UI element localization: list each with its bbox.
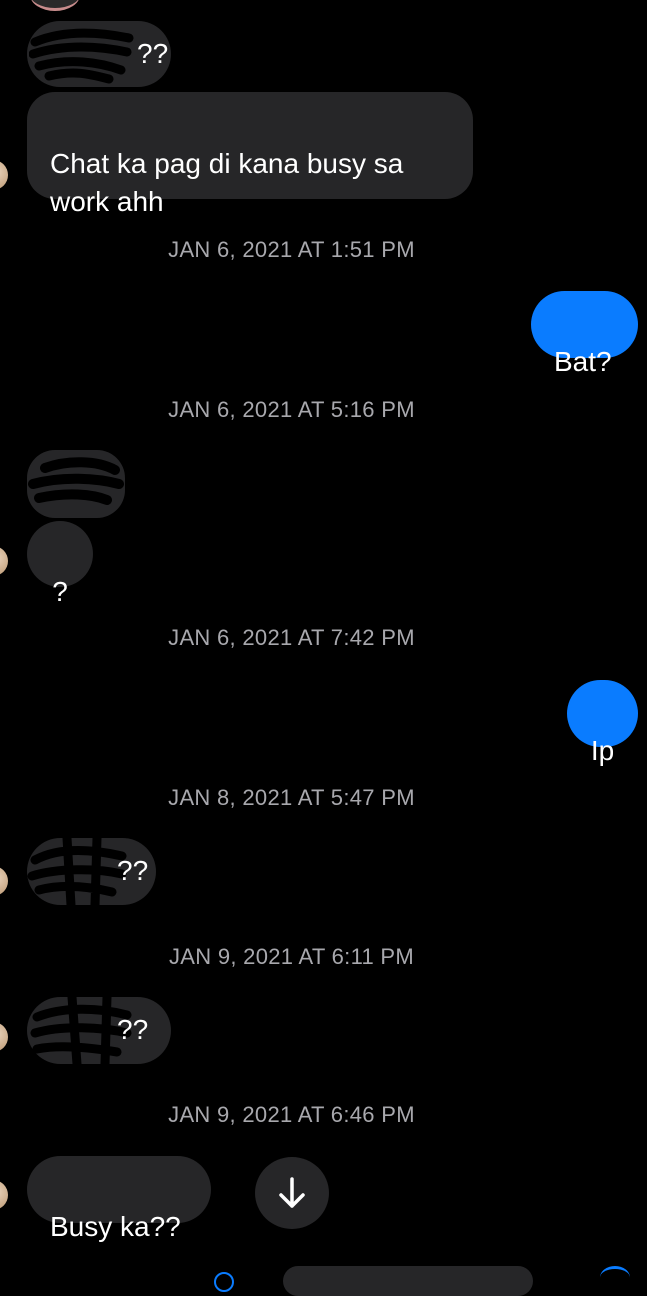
redaction-scribble [28, 457, 124, 505]
timestamp: JAN 6, 2021 AT 1:51 PM [168, 237, 415, 262]
message-bubble-outgoing[interactable]: Bat? [531, 291, 638, 377]
arrow-down-icon [279, 1177, 305, 1208]
scroll-to-bottom-button[interactable] [255, 1157, 329, 1229]
avatar [0, 866, 8, 896]
redaction-scribble [29, 28, 134, 84]
like-icon[interactable] [600, 1266, 630, 1289]
timestamp: JAN 8, 2021 AT 5:47 PM [168, 785, 415, 810]
message-bubble-outgoing[interactable]: Ip [567, 680, 638, 766]
message-text: Busy ka?? [50, 1211, 181, 1242]
message-bubble-incoming[interactable]: Busy ka?? [27, 1156, 211, 1242]
avatar [0, 160, 8, 190]
message-text: ?? [137, 38, 169, 69]
timestamp: JAN 6, 2021 AT 5:16 PM [168, 397, 415, 422]
message-text: Bat? [554, 346, 612, 377]
timestamp: JAN 9, 2021 AT 6:46 PM [168, 1102, 415, 1127]
message-input[interactable] [283, 1266, 533, 1296]
message-text: ?? [117, 855, 149, 886]
message-bubble-incoming[interactable] [27, 450, 125, 518]
timestamp: JAN 6, 2021 AT 7:42 PM [168, 625, 415, 650]
message-text: ?? [117, 1014, 149, 1045]
composer-icon[interactable] [214, 1272, 234, 1292]
redaction-scribble [27, 838, 127, 905]
message-bubble-incoming[interactable]: ?? [27, 21, 171, 87]
avatar [30, 0, 80, 11]
message-bubble-incoming[interactable]: ? [27, 521, 93, 607]
avatar [0, 546, 8, 576]
message-text: Chat ka pag di kana busy sa work ahh [50, 148, 404, 217]
message-bubble-incoming[interactable]: ?? [27, 838, 156, 905]
message-text: Ip [590, 735, 615, 766]
timestamp: JAN 9, 2021 AT 6:11 PM [168, 944, 415, 969]
avatar [0, 1180, 8, 1210]
avatar [0, 1022, 8, 1052]
message-bubble-incoming[interactable]: Chat ka pag di kana busy sa work ahh [27, 92, 473, 217]
message-bubble-incoming[interactable]: ?? [27, 997, 171, 1064]
message-text: ? [52, 576, 68, 607]
